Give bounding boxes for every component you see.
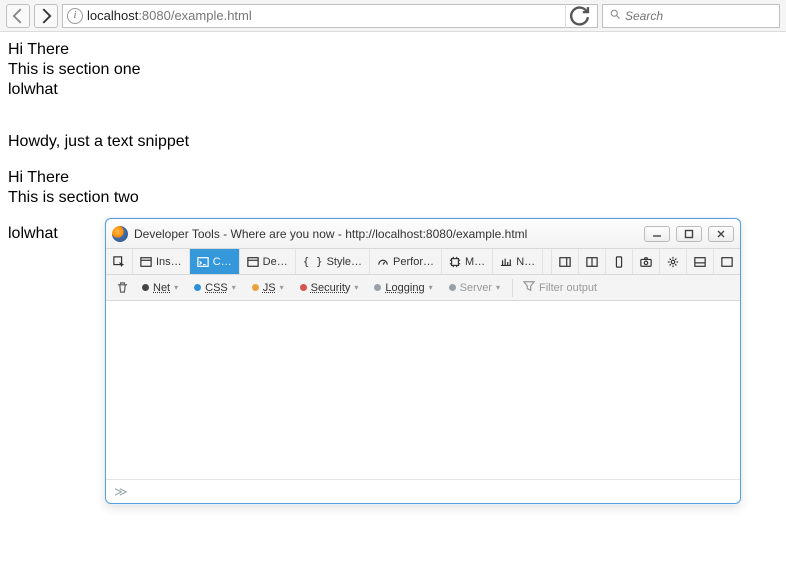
window-buttons	[644, 226, 734, 242]
tab-console[interactable]: C…	[190, 249, 240, 274]
responsive-mode-button[interactable]	[606, 249, 633, 274]
separator	[512, 279, 513, 297]
maximize-icon	[684, 229, 694, 239]
dock-bottom-button[interactable]	[687, 249, 714, 274]
minimize-button[interactable]	[644, 226, 670, 242]
console-input[interactable]: ≫	[106, 479, 740, 503]
tab-style-editor[interactable]: { }Style…	[296, 249, 370, 274]
tab-memory[interactable]: M…	[442, 249, 493, 274]
text-line: lolwhat	[8, 80, 778, 100]
close-button[interactable]	[708, 226, 734, 242]
minimize-icon	[652, 229, 662, 239]
device-icon	[613, 256, 625, 268]
arrow-left-icon	[7, 5, 29, 27]
dot-icon	[194, 284, 201, 291]
console-output[interactable]	[106, 301, 740, 479]
camera-icon	[640, 256, 652, 268]
text-line: This is section two	[8, 188, 778, 208]
search-icon	[609, 8, 621, 23]
filter-security[interactable]: Security▾	[293, 278, 366, 298]
tab-debugger[interactable]: De…	[240, 249, 296, 274]
filter-net[interactable]: Net▾	[135, 278, 185, 298]
search-input[interactable]	[625, 9, 782, 23]
tab-network[interactable]: N…	[493, 249, 543, 274]
trash-icon	[116, 281, 129, 294]
devtools-tabstrip: Ins… C… De… { }Style… Perfor… M… N…	[106, 249, 740, 275]
prompt-icon: ≫	[114, 484, 128, 500]
clear-console-button[interactable]	[110, 281, 134, 294]
dot-icon	[300, 284, 307, 291]
filter-output[interactable]: Filter output	[517, 280, 597, 295]
devtools-titlebar[interactable]: Developer Tools - Where are you now - ht…	[106, 219, 740, 249]
gauge-icon	[377, 256, 389, 268]
dock-split-icon	[586, 256, 598, 268]
dot-icon	[449, 284, 456, 291]
devtools-window: Developer Tools - Where are you now - ht…	[105, 218, 741, 504]
dock-window-icon	[721, 256, 733, 268]
dot-icon	[252, 284, 259, 291]
dock-split-button[interactable]	[579, 249, 606, 274]
console-filter-bar: Net▾ CSS▾ JS▾ Security▾ Logging▾ Server▾…	[106, 275, 740, 301]
url-text: localhost:8080/example.html	[87, 8, 561, 23]
dock-side-icon	[559, 256, 571, 268]
close-icon	[716, 229, 726, 239]
memory-icon	[449, 256, 461, 268]
info-icon[interactable]: i	[67, 8, 83, 24]
filter-js[interactable]: JS▾	[245, 278, 291, 298]
reload-button[interactable]	[565, 4, 593, 28]
settings-button[interactable]	[660, 249, 687, 274]
text-line: Howdy, just a text snippet	[8, 132, 778, 152]
screenshot-button[interactable]	[633, 249, 660, 274]
filter-server[interactable]: Server▾	[442, 278, 507, 298]
dot-icon	[374, 284, 381, 291]
window-icon	[140, 256, 152, 268]
console-icon	[197, 256, 209, 268]
braces-icon: { }	[303, 255, 323, 268]
search-bar[interactable]	[602, 4, 780, 28]
debugger-icon	[247, 256, 259, 268]
network-icon	[500, 256, 512, 268]
text-line: Hi There	[8, 40, 778, 60]
funnel-icon	[523, 280, 535, 295]
back-button[interactable]	[6, 4, 30, 28]
url-bar[interactable]: i localhost:8080/example.html	[62, 4, 598, 28]
dock-window-button[interactable]	[714, 249, 740, 274]
maximize-button[interactable]	[676, 226, 702, 242]
tab-inspector[interactable]: Ins…	[133, 249, 190, 274]
gear-icon	[667, 256, 679, 268]
iframe-picker-button[interactable]	[106, 249, 133, 274]
devtools-title: Developer Tools - Where are you now - ht…	[134, 227, 638, 241]
filter-css[interactable]: CSS▾	[187, 278, 243, 298]
text-line: Hi There	[8, 168, 778, 188]
text-line: This is section one	[8, 60, 778, 80]
browser-toolbar: i localhost:8080/example.html	[0, 0, 786, 32]
arrow-right-icon	[35, 5, 57, 27]
tab-performance[interactable]: Perfor…	[370, 249, 442, 274]
firefox-icon	[112, 226, 128, 242]
dock-bottom-icon	[694, 256, 706, 268]
dot-icon	[142, 284, 149, 291]
filter-logging[interactable]: Logging▾	[367, 278, 439, 298]
reload-icon	[566, 2, 593, 29]
picker-icon	[113, 256, 125, 268]
forward-button[interactable]	[34, 4, 58, 28]
dock-side-button[interactable]	[552, 249, 579, 274]
